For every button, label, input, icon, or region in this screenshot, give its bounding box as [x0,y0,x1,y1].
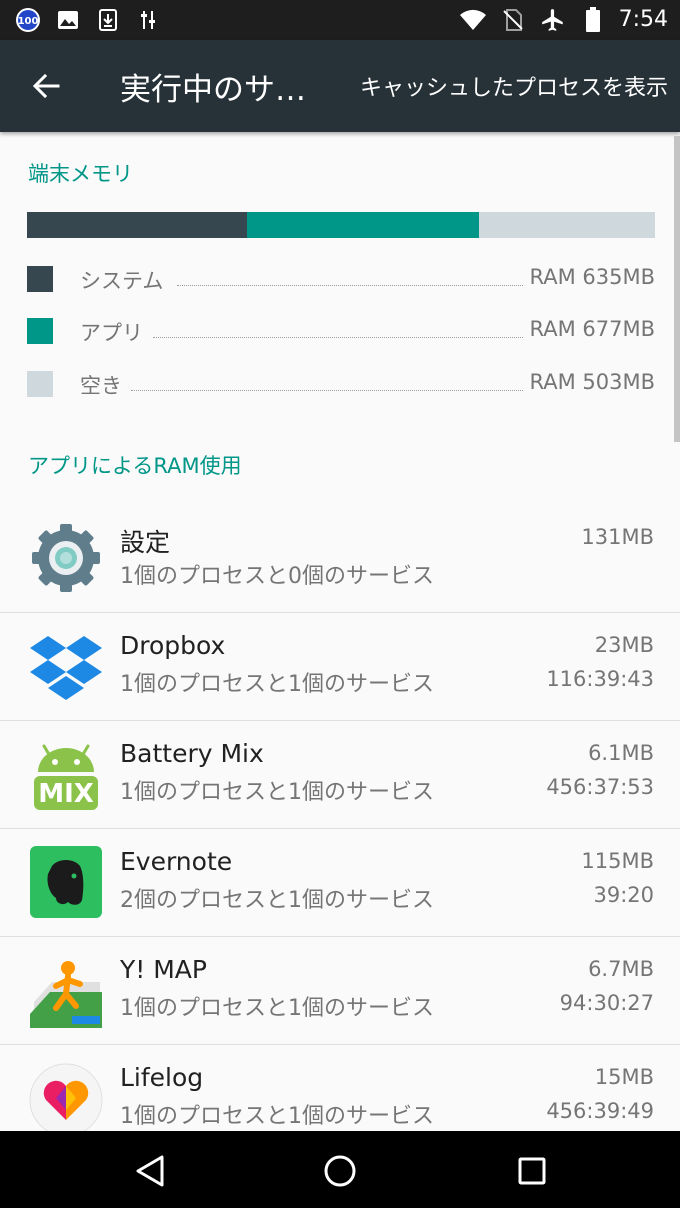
show-cached-processes-button[interactable]: キャッシュしたプロセスを表示 [360,70,668,102]
app-process-info: 1個のプロセスと1個のサービス [120,780,434,805]
app-name: 設定 [120,528,171,557]
app-ram-usage-header: アプリによるRAM使用 [28,454,242,478]
svg-text:MIX: MIX [38,779,94,809]
app-ram-size: 6.1MB [588,741,654,765]
app-ram-size: 6.7MB [588,957,654,981]
app-ram-size: 131MB [581,525,654,549]
app-process-info: 2個のプロセスと1個のサービス [120,888,434,913]
app-row-evernote[interactable]: Evernote 2個のプロセスと1個のサービス 115MB 39:20 [0,829,680,937]
battery-icon [579,6,607,34]
legend-value: RAM 677MB [527,317,655,341]
battery-100-badge-icon: 100 [14,6,42,34]
memory-bar-free [479,212,655,238]
back-triangle-icon[interactable] [130,1151,170,1191]
legend-label: アプリ [80,317,145,347]
app-run-time: 456:37:53 [546,775,654,799]
memory-bar-apps [246,212,480,238]
download-icon [94,6,122,34]
legend-swatch [27,266,53,292]
app-row-dropbox[interactable]: Dropbox 1個のプロセスと1個のサービス 23MB 116:39:43 [0,613,680,721]
legend-swatch [27,371,53,397]
status-time: 7:54 [618,7,668,32]
app-name: Evernote [120,847,233,876]
device-memory-header: 端末メモリ [28,162,133,186]
legend-swatch [27,318,53,344]
no-sim-icon [499,6,527,34]
svg-text:100: 100 [18,16,39,27]
app-run-time: 39:20 [593,883,654,907]
legend-label: 空き [80,370,124,400]
app-run-time: 456:39:49 [546,1099,654,1123]
app-row-battery-mix[interactable]: MIX Battery Mix 1個のプロセスと1個のサービス 6.1MB 45… [0,721,680,829]
dropbox-icon [28,628,104,704]
app-process-info: 1個のプロセスと1個のサービス [120,996,434,1021]
app-row-settings[interactable]: 設定 1個のプロセスと0個のサービス 131MB [0,505,680,613]
legend-row-apps: アプリ RAM 677MB [27,317,655,347]
legend-row-free: 空き RAM 503MB [27,370,655,400]
settings-gear-icon [28,520,104,596]
page-title: 実行中のサ… [120,72,306,108]
app-name: Dropbox [120,631,226,660]
app-ram-size: 23MB [594,633,654,657]
ymap-icon [28,952,104,1028]
lifelog-icon [28,1060,104,1137]
airplane-mode-icon [539,6,567,34]
app-name: Battery Mix [120,739,264,768]
status-bar: 100 7:54 [0,0,680,40]
app-process-info: 1個のプロセスと1個のサービス [120,1104,434,1129]
legend-value: RAM 503MB [527,370,655,394]
app-bar: 実行中のサ… キャッシュしたプロセスを表示 [0,40,680,132]
legend-row-system: システム RAM 635MB [27,265,655,295]
app-row-ymap[interactable]: Y! MAP 1個のプロセスと1個のサービス 6.7MB 94:30:27 [0,937,680,1045]
app-process-info: 1個のプロセスと1個のサービス [120,672,434,697]
evernote-icon [28,844,104,920]
memory-bar-system [27,212,247,238]
navigation-bar [0,1131,680,1208]
app-run-time: 94:30:27 [559,991,654,1015]
home-circle-icon[interactable] [320,1151,360,1191]
scrollbar[interactable] [674,136,680,442]
legend-label: システム [80,265,166,295]
usb-settings-icon [134,6,162,34]
battery-mix-icon: MIX [28,736,104,812]
memory-usage-bar [27,212,655,238]
app-name: Y! MAP [120,955,207,984]
legend-value: RAM 635MB [527,265,655,289]
app-ram-size: 15MB [594,1065,654,1089]
recents-square-icon[interactable] [512,1151,552,1191]
app-run-time: 116:39:43 [546,667,654,691]
app-name: Lifelog [120,1063,204,1092]
app-ram-size: 115MB [581,849,654,873]
wifi-icon [459,6,487,34]
back-arrow-icon[interactable] [26,66,66,106]
app-process-info: 1個のプロセスと0個のサービス [120,564,434,589]
image-icon [54,6,82,34]
